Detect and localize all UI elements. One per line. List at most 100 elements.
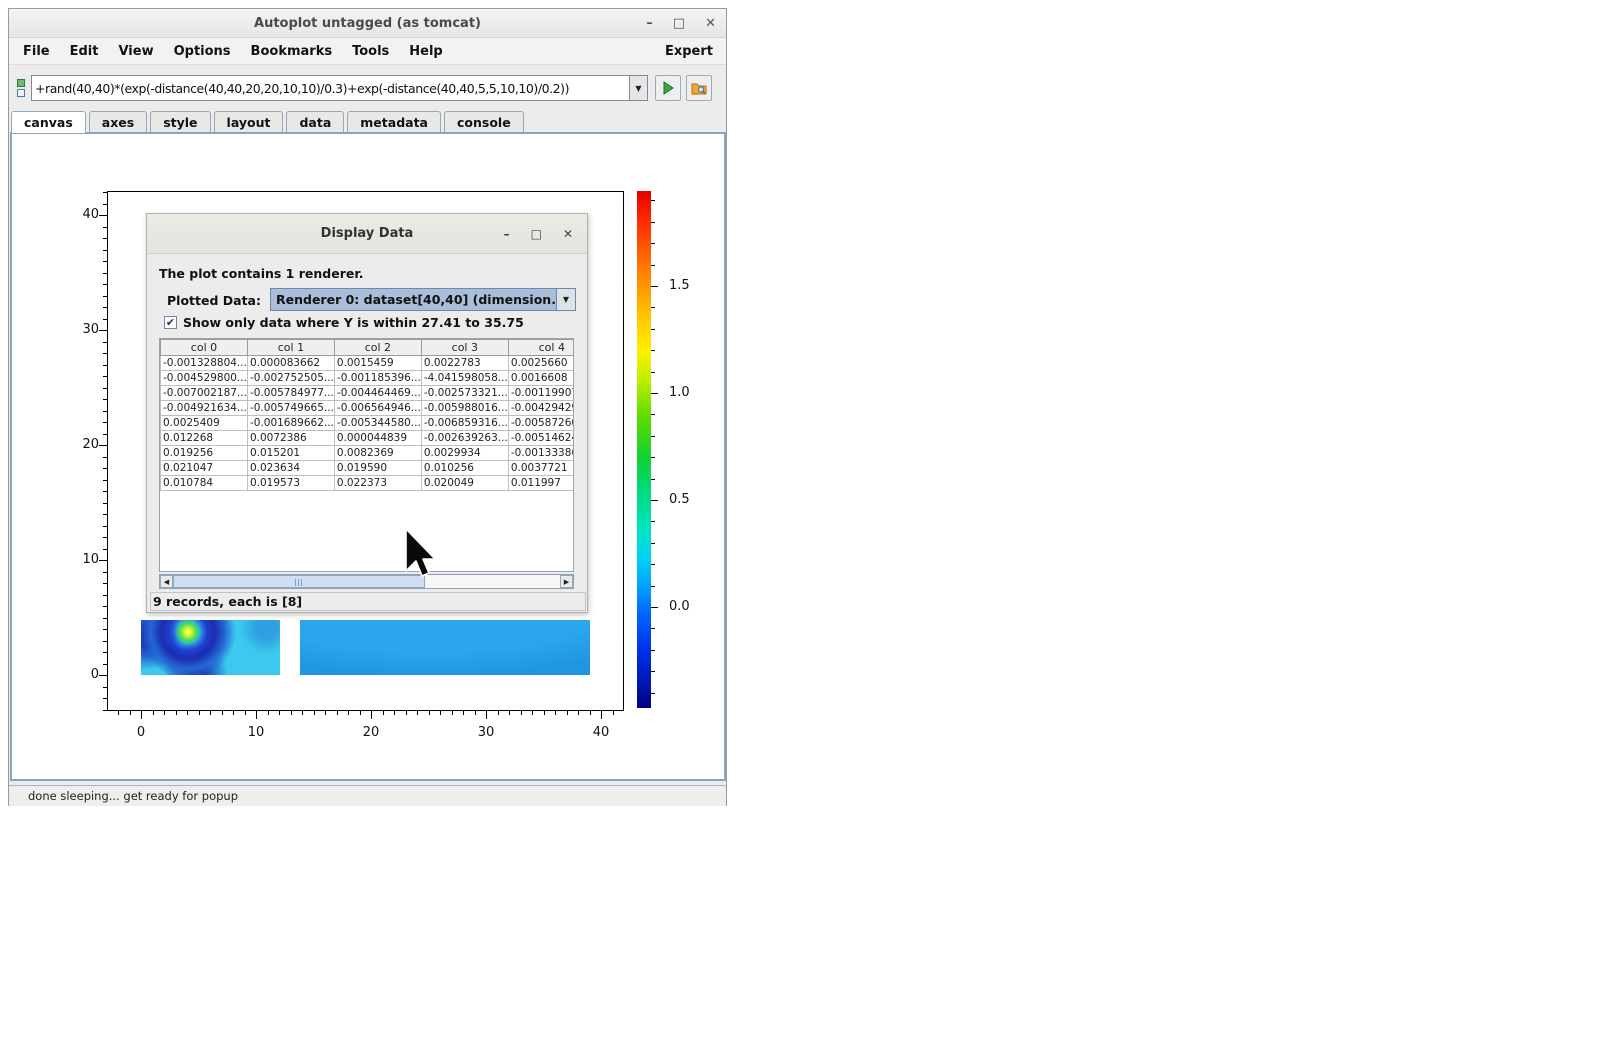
table-cell[interactable]: -4.041598058... [421,371,508,386]
tab-data[interactable]: data [286,111,344,132]
table-cell[interactable]: 0.019590 [334,461,421,476]
table-cell[interactable]: 0.000083662 [247,356,334,371]
tab-metadata[interactable]: metadata [347,111,441,132]
uri-dropdown-button[interactable]: ▼ [629,75,648,101]
table-cell[interactable]: 0.0037721 [508,461,574,476]
table-row[interactable]: 0.0192560.0152010.00823690.0029934-0.001… [161,446,575,461]
table-cell[interactable]: 0.0025409 [161,416,248,431]
table-cell[interactable]: 0.022373 [334,476,421,491]
table-cell[interactable]: 0.011997 [508,476,574,491]
table-row[interactable]: 0.0107840.0195730.0223730.0200490.011997… [161,476,575,491]
data-table-viewport[interactable]: col 0col 1col 2col 3col 4-0.001328804...… [159,338,574,572]
dialog-minimize-icon[interactable]: – [504,227,510,241]
table-cell[interactable]: -0.002639263... [421,431,508,446]
table-cell[interactable]: 0.0072386 [247,431,334,446]
inspect-button[interactable] [686,75,712,101]
plotted-data-combobox[interactable]: Renderer 0: dataset[40,40] (dimension...… [270,288,576,311]
table-cell[interactable]: 0.015201 [247,446,334,461]
menu-expert[interactable]: Expert [665,44,713,59]
table-cell[interactable]: 0.020049 [421,476,508,491]
table-cell[interactable]: 0.019573 [247,476,334,491]
chevron-down-icon[interactable]: ▼ [556,289,575,310]
table-cell[interactable]: -0.004921634... [161,401,248,416]
scroll-left-icon[interactable]: ◀ [160,575,173,588]
datasource-toggle-icon[interactable] [16,79,28,99]
table-row[interactable]: -0.001328804...0.0000836620.00154590.002… [161,356,575,371]
table-cell[interactable]: -0.007002187... [161,386,248,401]
table-cell[interactable]: -0.004294298... [508,401,574,416]
table-cell[interactable]: -0.004464469... [334,386,421,401]
table-cell[interactable]: -0.002573321... [421,386,508,401]
table-cell[interactable]: -0.005749665... [247,401,334,416]
uri-input[interactable] [31,75,629,101]
table-cell[interactable]: 0.0022783 [421,356,508,371]
scrollbar-thumb[interactable] [173,575,425,588]
table-cell[interactable]: -0.001199077... [508,386,574,401]
table-cell[interactable]: 0.0015459 [334,356,421,371]
table-cell[interactable]: 0.000044839 [334,431,421,446]
table-cell[interactable]: -0.005344580... [334,416,421,431]
menu-bookmarks[interactable]: Bookmarks [241,40,343,63]
table-cell[interactable]: -0.001328804... [161,356,248,371]
menu-file[interactable]: File [13,40,60,63]
dialog-close-icon[interactable]: ✕ [563,227,573,241]
minimize-icon[interactable]: – [646,17,653,30]
menu-tools[interactable]: Tools [342,40,399,63]
table-cell[interactable]: -0.004529800... [161,371,248,386]
table-cell[interactable]: 0.010256 [421,461,508,476]
table-cell[interactable]: 0.0029934 [421,446,508,461]
tab-console[interactable]: console [444,111,524,132]
tab-layout[interactable]: layout [214,111,284,132]
filter-checkbox[interactable]: ✔ [164,316,177,329]
table-cell[interactable]: 0.0025660 [508,356,574,371]
table-cell[interactable]: 0.021047 [161,461,248,476]
canvas-pane[interactable]: 0102030400102030400.00.51.01.5 Display D… [10,132,726,781]
tab-canvas[interactable]: canvas [11,111,86,133]
table-cell[interactable]: 0.019256 [161,446,248,461]
table-cell[interactable]: -0.006859316... [421,416,508,431]
table-cell[interactable]: 0.010784 [161,476,248,491]
column-header[interactable]: col 0 [161,340,248,356]
table-cell[interactable]: -0.005988016... [421,401,508,416]
table-cell[interactable]: 0.0016608 [508,371,574,386]
heatmap-segment-right [300,620,590,675]
close-icon[interactable]: ✕ [705,17,716,30]
table-cell[interactable]: -0.005872606... [508,416,574,431]
table-cell[interactable]: -0.006564946... [334,401,421,416]
table-cell[interactable]: -0.002752505... [247,371,334,386]
maximize-icon[interactable]: □ [673,17,685,30]
window-titlebar[interactable]: Autoplot untagged (as tomcat) – □ ✕ [9,9,726,38]
scrollbar-track[interactable] [173,575,560,588]
table-cell[interactable]: -0.001689662... [247,416,334,431]
table-row[interactable]: -0.004921634...-0.005749665...-0.0065649… [161,401,575,416]
table-cell[interactable]: 0.012268 [161,431,248,446]
menu-help[interactable]: Help [399,40,452,63]
column-header[interactable]: col 2 [334,340,421,356]
table-cell[interactable]: 0.0082369 [334,446,421,461]
scroll-right-icon[interactable]: ▶ [560,575,573,588]
table-cell[interactable]: 0.023634 [247,461,334,476]
tab-axes[interactable]: axes [89,111,147,132]
table-row[interactable]: 0.0122680.00723860.000044839-0.002639263… [161,431,575,446]
table-row[interactable]: -0.004529800...-0.002752505...-0.0011853… [161,371,575,386]
column-header[interactable]: col 4 [508,340,574,356]
table-cell[interactable]: -0.001185396... [334,371,421,386]
table-row[interactable]: -0.007002187...-0.005784977...-0.0044644… [161,386,575,401]
colorbar[interactable] [637,191,651,708]
table-row[interactable]: 0.0025409-0.001689662...-0.005344580...-… [161,416,575,431]
menu-options[interactable]: Options [164,40,241,63]
menu-edit[interactable]: Edit [60,40,109,63]
table-row[interactable]: 0.0210470.0236340.0195900.0102560.003772… [161,461,575,476]
dialog-maximize-icon[interactable]: □ [531,227,542,241]
status-text: done sleeping... get ready for popup [9,789,238,803]
table-cell[interactable]: -0.005146240... [508,431,574,446]
column-header[interactable]: col 1 [247,340,334,356]
horizontal-scrollbar[interactable]: ◀ ▶ [159,574,574,589]
dialog-titlebar[interactable]: Display Data – □ ✕ [147,214,587,254]
column-header[interactable]: col 3 [421,340,508,356]
go-button[interactable] [655,75,681,101]
table-cell[interactable]: -0.001333864... [508,446,574,461]
menu-view[interactable]: View [108,40,163,63]
table-cell[interactable]: -0.005784977... [247,386,334,401]
tab-style[interactable]: style [150,111,210,132]
